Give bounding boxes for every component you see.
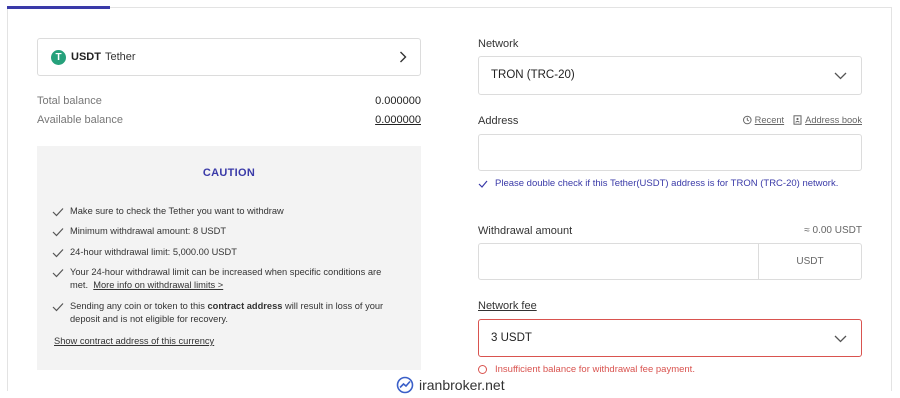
- check-icon: [52, 208, 64, 217]
- available-balance-row: Available balance 0.000000: [37, 114, 421, 126]
- check-icon: [52, 249, 64, 258]
- caution-item-text: Sending any coin or token to this contra…: [70, 301, 384, 324]
- caution-item: Your 24-hour withdrawal limit can be inc…: [52, 266, 402, 292]
- address-hint: Please double check if this Tether(USDT)…: [478, 177, 862, 191]
- chevron-right-icon: [400, 51, 407, 63]
- network-select[interactable]: TRON (TRC-20): [478, 56, 862, 95]
- caution-box: CAUTION Make sure to check the Tether yo…: [37, 146, 421, 370]
- coin-symbol: USDT: [71, 51, 101, 63]
- caution-item: Minimum withdrawal amount: 8 USDT: [52, 225, 402, 238]
- coin-selector[interactable]: T USDT Tether: [37, 38, 421, 76]
- watermark-text: iranbroker.net: [419, 377, 505, 393]
- show-contract-address-link[interactable]: Show contract address of this currency: [54, 336, 214, 346]
- withdrawal-unit: USDT: [758, 244, 861, 279]
- address-hint-text: Please double check if this Tether(USDT)…: [495, 178, 839, 189]
- tether-logo-icon: T: [51, 49, 66, 65]
- recent-addresses-link[interactable]: Recent: [742, 115, 784, 125]
- address-label: Address: [478, 115, 519, 127]
- network-fee-value: 3 USDT: [491, 332, 532, 344]
- error-icon: [478, 365, 487, 374]
- check-icon: [52, 269, 64, 278]
- check-icon: [52, 228, 64, 237]
- address-book-icon: [793, 115, 802, 125]
- caution-item: Sending any coin or token to this contra…: [52, 300, 402, 326]
- total-balance-row: Total balance 0.000000: [37, 95, 421, 107]
- network-fee-label: Network fee: [478, 300, 537, 312]
- total-balance-label: Total balance: [37, 95, 102, 107]
- chevron-down-icon: [834, 72, 847, 80]
- fee-error-message: Insufficient balance for withdrawal fee …: [478, 364, 695, 375]
- watermark: iranbroker.net: [392, 374, 509, 396]
- withdrawal-amount-input[interactable]: USDT: [478, 243, 862, 280]
- address-input[interactable]: [478, 134, 862, 171]
- available-balance-label: Available balance: [37, 114, 124, 126]
- caution-item: 24-hour withdrawal limit: 5,000.00 USDT: [52, 246, 402, 259]
- coin-name: Tether: [104, 51, 136, 63]
- total-balance-value: 0.000000: [375, 95, 421, 107]
- caution-item: Make sure to check the Tether you want t…: [52, 205, 402, 218]
- iranbroker-logo-icon: [396, 376, 414, 394]
- withdrawal-amount-label: Withdrawal amount: [478, 225, 573, 237]
- history-icon: [742, 115, 752, 125]
- address-shortcuts: Recent Address book: [742, 115, 862, 125]
- network-label: Network: [478, 38, 519, 50]
- available-balance-value[interactable]: 0.000000: [375, 114, 421, 126]
- withdrawal-limits-link[interactable]: More info on withdrawal limits >: [93, 280, 223, 290]
- chevron-down-icon: [834, 335, 847, 343]
- network-fee-select[interactable]: 3 USDT: [478, 319, 862, 357]
- check-icon: [52, 303, 64, 312]
- caution-item-text: 24-hour withdrawal limit: 5,000.00 USDT: [70, 247, 237, 257]
- caution-item-text: Make sure to check the Tether you want t…: [70, 206, 284, 216]
- network-value: TRON (TRC-20): [491, 69, 575, 81]
- caution-item-text: Your 24-hour withdrawal limit can be inc…: [70, 267, 382, 290]
- withdrawal-approx-value: ≈ 0.00 USDT: [804, 225, 862, 236]
- check-icon: [478, 180, 488, 188]
- address-book-link[interactable]: Address book: [793, 115, 862, 125]
- caution-item-text: Minimum withdrawal amount: 8 USDT: [70, 226, 227, 236]
- caution-title: CAUTION: [202, 167, 256, 179]
- active-tab-indicator: [7, 6, 110, 9]
